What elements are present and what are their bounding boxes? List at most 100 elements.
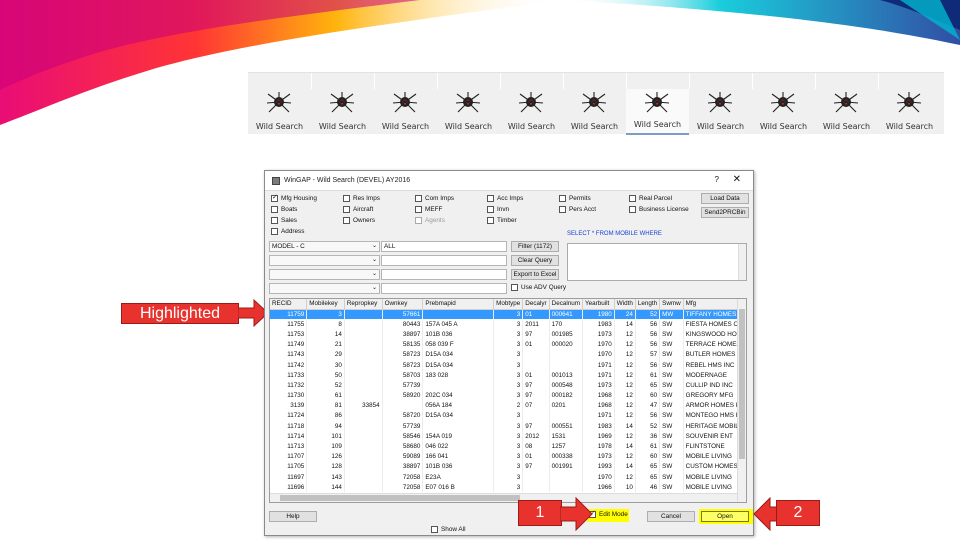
toolbar-item-wild-search[interactable]: Wild Search	[374, 89, 437, 135]
help-button[interactable]: Help	[269, 511, 317, 522]
table-row[interactable]: 11759 3 57661 3 01 000641 1980 24 52 MW TIFFANY HO…	[270, 309, 746, 320]
query-field-select-2[interactable]: ⌄	[269, 255, 380, 266]
spider-icon	[707, 92, 733, 113]
grid-vertical-scrollbar[interactable]	[737, 299, 746, 502]
grid-column-header[interactable]: Yearbuilt	[582, 299, 615, 310]
query-value-input-2[interactable]	[381, 255, 507, 266]
grid-column-header[interactable]: Ownkey	[382, 299, 424, 310]
query-field-select-3[interactable]: ⌄	[269, 269, 380, 280]
business-license-checkbox[interactable]: Business License	[629, 206, 689, 216]
table-row[interactable]: 11753 14 38897 101B 036 3 97 001985 1973 12 56 SW K…	[270, 329, 746, 340]
grid-column-header[interactable]: Width	[614, 299, 636, 310]
toolbar-item-wild-search[interactable]: Wild Search	[437, 89, 500, 135]
table-row[interactable]: 11696 144 72058 E07 016 B 3 1966 10 46 SW MOBILE …	[270, 482, 746, 493]
query-field-select-1[interactable]: MODEL - C ⌄	[269, 241, 380, 252]
timber-checkbox[interactable]: Timber	[487, 217, 517, 227]
clear-query-button[interactable]: Clear Query	[511, 255, 559, 266]
grid-column-header[interactable]: RECID	[270, 299, 308, 310]
table-row[interactable]: 11714 101 58546 154A 019 3 2012 1531 1969 12 36 SW…	[270, 431, 746, 442]
aircraft-checkbox[interactable]: Aircraft	[343, 206, 373, 216]
sales-checkbox[interactable]: Sales	[271, 217, 297, 227]
acc-imps-checkbox[interactable]: Acc Imps	[487, 195, 523, 205]
toolbar-item-wild-search[interactable]: Wild Search	[626, 89, 689, 135]
invn-checkbox[interactable]: Invn	[487, 206, 509, 216]
address-checkbox[interactable]: Address	[271, 228, 304, 238]
load-data-button[interactable]: Load Data	[701, 193, 749, 204]
table-cell	[382, 400, 424, 411]
table-row[interactable]: 11732 52 57739 3 97 000548 1973 12 65 SW CULLIP IN…	[270, 380, 746, 391]
table-cell: 2	[493, 400, 524, 411]
table-row[interactable]: 11707 126 59089 166 041 3 01 000338 1973 12 60 SW M…	[270, 451, 746, 462]
sql-textbox[interactable]	[567, 243, 747, 281]
toolbar-item-wild-search[interactable]: Wild Search	[311, 89, 374, 135]
table-cell: 72058	[382, 482, 424, 493]
table-row[interactable]: 11705 128 38897 101B 036 3 97 001991 1993 14 65 SW…	[270, 461, 746, 472]
res-imps-checkbox[interactable]: Res Imps	[343, 195, 380, 205]
mfg-housing-checkbox[interactable]: Mfg Housing	[271, 193, 317, 205]
permits-checkbox[interactable]: Permits	[559, 195, 591, 205]
com-imps-checkbox[interactable]: Com Imps	[415, 195, 454, 205]
table-row[interactable]: 11743 29 58723 D15A 034 3 1970 12 57 SW BUTLER HO…	[270, 349, 746, 360]
toolbar-item-wild-search[interactable]: Wild Search	[248, 89, 311, 135]
table-row[interactable]: 11697 143 72058 E23A 3 1970 12 65 SW MOBILE LIVIN…	[270, 472, 746, 483]
table-cell: 000020	[549, 339, 584, 350]
table-cell	[344, 339, 383, 350]
table-row[interactable]: 11713 109 58680 046 022 3 08 1257 1978 14 61 SW FLI…	[270, 441, 746, 452]
show-all-checkbox[interactable]: Show All	[431, 526, 466, 536]
table-row[interactable]: 11733 50 58703 183 028 3 01 001013 1971 12 61 SW MO…	[270, 370, 746, 381]
open-button[interactable]: Open	[701, 511, 749, 522]
table-cell: 01	[522, 451, 550, 462]
table-cell	[344, 380, 383, 391]
table-cell: 97	[522, 329, 550, 340]
table-cell: 11730	[270, 390, 308, 401]
cancel-button[interactable]: Cancel	[647, 511, 695, 522]
toolbar-item-wild-search[interactable]: Wild Search	[563, 89, 626, 135]
table-cell: 01	[522, 309, 550, 320]
table-row[interactable]: 11755 8 80443 157A 045 A 3 2011 170 1983 14 56 SW F…	[270, 319, 746, 330]
grid-column-header[interactable]: Swmw	[659, 299, 684, 310]
grid-column-header[interactable]: Length	[635, 299, 661, 310]
grid-column-header[interactable]: Repropkey	[344, 299, 383, 310]
real-parcel-checkbox[interactable]: Real Parcel	[629, 195, 672, 205]
table-cell: 59089	[382, 451, 424, 462]
results-grid[interactable]: RECID Mobilekey Repropkey Ownkey Prebmapid Mo…	[269, 298, 747, 503]
table-cell: 12	[614, 451, 636, 462]
grid-column-header[interactable]: Decalyr	[522, 299, 550, 310]
grid-horizontal-scrollbar[interactable]	[270, 493, 737, 502]
toolbar-item-wild-search[interactable]: Wild Search	[815, 89, 878, 135]
query-value-input-3[interactable]	[381, 269, 507, 280]
toolbar-item-wild-search[interactable]: Wild Search	[878, 89, 941, 135]
meff-checkbox[interactable]: MEFF	[415, 206, 442, 216]
table-row[interactable]: 11718 94 57739 3 97 000551 1983 14 52 SW HERITAGE …	[270, 421, 746, 432]
table-cell: SW	[659, 390, 684, 401]
grid-column-header[interactable]: Mobtype	[493, 299, 524, 310]
grid-column-header[interactable]: Decalnum	[549, 299, 584, 310]
table-cell: 12	[614, 380, 636, 391]
table-cell: 01	[522, 370, 550, 381]
close-icon[interactable]: ✕	[733, 174, 741, 185]
table-row[interactable]: 11724 86 58720 D15A 034 3 1971 12 56 SW MONTEGO H…	[270, 410, 746, 422]
query-field-select-4[interactable]: ⌄	[269, 283, 380, 294]
filter-button[interactable]: Filter (1172)	[511, 241, 559, 252]
table-row[interactable]: 3139 81 33854 056A 184 2 07 0201 1968 12 47 SW ARMO…	[270, 400, 746, 411]
grid-column-header[interactable]: Prebmapid	[422, 299, 495, 310]
boats-checkbox[interactable]: Boats	[271, 206, 297, 216]
table-cell	[344, 329, 383, 340]
query-value-input-4[interactable]	[381, 283, 507, 294]
table-cell: 1993	[582, 461, 615, 472]
edit-mode-checkbox[interactable]: Edit Mode	[589, 509, 628, 521]
send2prcbin-button[interactable]: Send2PRCBin	[701, 207, 749, 218]
toolbar-item-wild-search[interactable]: Wild Search	[689, 89, 752, 135]
owners-checkbox[interactable]: Owners	[343, 217, 375, 227]
help-icon[interactable]: ?	[715, 175, 719, 184]
toolbar-item-wild-search[interactable]: Wild Search	[752, 89, 815, 135]
table-row[interactable]: 11730 61 58920 202C 034 3 97 000182 1968 12 60 SW G…	[270, 390, 746, 401]
use-adv-query-checkbox[interactable]: Use ADV Query	[511, 284, 566, 294]
query-value-input-1[interactable]: ALL	[381, 241, 507, 252]
table-row[interactable]: 11749 21 58135 058 039 F 3 01 000020 1970 12 56 SW…	[270, 339, 746, 350]
table-row[interactable]: 11742 30 58723 D15A 034 3 1971 12 56 SW REBEL HMS…	[270, 359, 746, 371]
grid-column-header[interactable]: Mobilekey	[306, 299, 345, 310]
toolbar-item-wild-search[interactable]: Wild Search	[500, 89, 563, 135]
pers-acct-checkbox[interactable]: Pers Acct	[559, 206, 596, 216]
export-excel-button[interactable]: Export to Excel	[511, 269, 559, 280]
